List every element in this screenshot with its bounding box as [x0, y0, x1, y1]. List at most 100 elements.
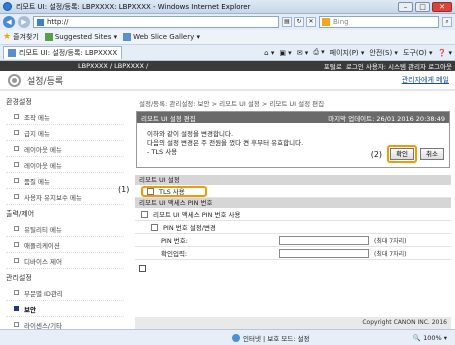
pin-number-label: PIN 번호: — [161, 237, 188, 245]
safety-menu[interactable]: 안전(S) ▾ — [369, 48, 398, 58]
search-placeholder: Bing — [333, 18, 349, 26]
search-input[interactable]: Bing — [319, 16, 439, 28]
suggested-sites-icon — [44, 33, 53, 41]
window-titlebar: 리모트 UI: 설정/등록: LBPXXXX: LBPXXXX - Window… — [0, 0, 455, 14]
forward-button[interactable]: ▶ — [18, 16, 30, 28]
globe-icon — [232, 333, 240, 342]
star-icon: ★ — [3, 32, 12, 42]
pin-confirm-note: (최대 7자리) — [374, 250, 407, 258]
page-header: LBPXXXX / LBPXXXX / 포털로 로그인 사용자: 시스템 관리자… — [0, 61, 455, 71]
pin-number-row: PIN 번호: (최대 7자리) — [135, 234, 451, 247]
search-icon[interactable]: ⌕ — [442, 17, 452, 27]
breadcrumb: 설정/등록: 관리설정: 보안 > 리모트 UI 설정 > 리모트 UI 설정 … — [139, 100, 325, 108]
pin-number-note: (최대 7자리) — [374, 237, 407, 245]
pin-set-row: PIN 번호 설정/변경 — [135, 221, 451, 234]
sidebar-item-device-control[interactable]: 디바이스 제어 — [6, 253, 124, 269]
url-field[interactable]: http:// — [33, 16, 279, 28]
last-updated: 마지막 업데이트: 26/01 2016 20:38:49 — [328, 114, 445, 123]
pin-use-label: 리모트 UI 액세스 PIN 번호 사용 — [153, 211, 241, 219]
sidebar-group-preferences: 환경설정 — [6, 98, 32, 106]
page-subheader: 설정/등록 관리자에게 메일 — [0, 71, 455, 91]
close-button[interactable]: ✕ — [432, 1, 452, 12]
web-slice-gallery-link[interactable]: Web Slice Gallery ▾ — [123, 33, 200, 41]
maximize-button[interactable]: □ — [415, 1, 430, 12]
status-bar: 인터넷 | 보호 모드: 설정 🔍 100% ▾ — [0, 329, 455, 345]
sidebar-item-security[interactable]: 보안 — [6, 301, 124, 317]
page-title: 설정/등록 — [27, 76, 64, 87]
page-icon — [37, 18, 44, 26]
tls-checkbox[interactable] — [147, 187, 154, 195]
tools-menu[interactable]: 도구(O) ▾ — [403, 48, 433, 58]
home-icon[interactable]: ⌂ ▾ — [264, 49, 274, 57]
suggested-sites-link[interactable]: Suggested Sites ▾ — [44, 33, 118, 41]
tls-highlight: TLS 사용 — [141, 185, 207, 197]
cancel-button[interactable]: 취소 — [420, 148, 444, 160]
window-controls: – □ ✕ — [398, 1, 452, 12]
tab-remote-ui[interactable]: 리모트 UI: 설정/등록: LBPXXXX — [3, 46, 123, 59]
ok-button[interactable]: 확인 — [390, 148, 415, 160]
pin-set-checkbox[interactable] — [151, 223, 158, 231]
sidebar-item-operation[interactable]: 조작 메뉴 — [6, 109, 124, 125]
user-logout[interactable]: 로그인 사용자: 시스템 관리자 로그아웃 — [346, 61, 452, 71]
sidebar-item-dept-id[interactable]: 부문별 ID관리 — [6, 285, 124, 301]
print-icon[interactable]: ⎙ ▾ — [313, 48, 324, 57]
address-bar: ◀ ▶ http:// ▤ ↻ ✕ Bing ⌕ — [0, 14, 455, 30]
settings-gear-icon — [8, 73, 21, 87]
pin-number-input[interactable] — [279, 235, 369, 245]
sidebar-item-quality[interactable]: 품질 메뉴 — [6, 173, 124, 189]
page-top-icon[interactable] — [139, 265, 146, 272]
sidebar-item-license[interactable]: 라이센스/기타 — [6, 317, 124, 329]
pin-heading: 리모트 UI 액세스 PIN 번호 — [135, 198, 451, 208]
mail-icon[interactable]: ✉ ▾ — [297, 49, 309, 57]
stop-icon[interactable]: ✕ — [306, 17, 316, 27]
favorites-bar: ★ 즐겨찾기 Suggested Sites ▾ Web Slice Galle… — [0, 30, 455, 45]
sidebar-group-output: 출력/제어 — [6, 210, 35, 218]
command-bar: ⌂ ▾ ▣ ▾ ✉ ▾ ⎙ ▾ 페이지(P) ▾ 안전(S) ▾ 도구(O) ▾… — [264, 48, 452, 58]
remote-ui-settings-section: 리모트 UI 설정 (1) TLS 사용 리모트 UI 액세스 PIN 번호 리… — [118, 175, 451, 272]
copyright: Copyright CANON INC. 2016 — [135, 317, 451, 329]
compat-view-icon[interactable]: ▤ — [282, 17, 292, 27]
sidebar-item-layout-1[interactable]: 레이아웃 메뉴 — [6, 141, 124, 157]
tab-page-icon — [8, 49, 16, 57]
edit-panel-body: 이하와 같이 설정을 변경합니다. 다음의 설정 변경은 주 전원을 껐다 켠 … — [137, 123, 449, 167]
zoom-control[interactable]: 🔍 100% ▾ — [413, 334, 447, 342]
edit-panel: 리모트 UI 설정 편집 마지막 업데이트: 26/01 2016 20:38:… — [136, 111, 450, 168]
ok-button-highlight: 확인 — [387, 145, 418, 163]
web-slice-label: Web Slice Gallery ▾ — [133, 33, 200, 41]
tab-label: 리모트 UI: 설정/등록: LBPXXXX — [19, 49, 118, 57]
portal-link[interactable]: 포털로 — [324, 61, 342, 71]
edit-panel-title: 리모트 UI 설정 편집 — [141, 114, 196, 123]
page-menu[interactable]: 페이지(P) ▾ — [330, 48, 365, 58]
sidebar-group-management: 관리설정 — [6, 274, 32, 282]
main-content: 설정/등록: 관리설정: 보안 > 리모트 UI 설정 > 리모트 UI 설정 … — [118, 93, 451, 329]
product-name: LBPXXXX / LBPXXXX / — [78, 62, 149, 70]
feeds-icon[interactable]: ▣ ▾ — [279, 49, 291, 57]
minimize-button[interactable]: – — [398, 1, 413, 12]
zone-text: 인터넷 | 보호 모드: 설정 — [243, 334, 310, 343]
edit-panel-header: 리모트 UI 설정 편집 마지막 업데이트: 26/01 2016 20:38:… — [137, 112, 449, 123]
suggested-sites-label: Suggested Sites ▾ — [54, 33, 118, 41]
mail-admin-link[interactable]: 관리자에게 메일 — [402, 75, 449, 85]
tab-bar: 리모트 UI: 설정/등록: LBPXXXX ⌂ ▾ ▣ ▾ ✉ ▾ ⎙ ▾ 페… — [0, 45, 455, 61]
favorites-label: 즐겨찾기 — [13, 33, 39, 41]
favorites-button[interactable]: ★ 즐겨찾기 — [3, 32, 39, 42]
refresh-icon[interactable]: ↻ — [294, 17, 304, 27]
sidebar-item-layout-2[interactable]: 레이아웃 메뉴 — [6, 157, 124, 173]
pin-set-label: PIN 번호 설정/변경 — [163, 224, 216, 232]
callout-2: (2) — [370, 149, 383, 159]
sidebar-item-application[interactable]: 애플리케이션 — [6, 237, 124, 253]
edit-buttons: (2) 확인 취소 — [371, 145, 444, 163]
window-title: 리모트 UI: 설정/등록: LBPXXXX: LBPXXXX - Window… — [16, 2, 251, 11]
sidebar-item-user-maintenance[interactable]: 사용자 유지보수 메뉴 — [6, 189, 124, 205]
pin-confirm-input[interactable] — [279, 248, 369, 258]
pin-confirm-row: 확인입력: (최대 7자리) — [135, 247, 451, 260]
sidebar-item-utility[interactable]: 유틸리티 메뉴 — [6, 221, 124, 237]
sidebar-item-paper-source[interactable]: 급지 메뉴 — [6, 125, 124, 141]
sidebar: 환경설정 조작 메뉴 급지 메뉴 레이아웃 메뉴 레이아웃 메뉴 품질 메뉴 사… — [0, 93, 130, 329]
back-button[interactable]: ◀ — [3, 16, 15, 28]
help-menu[interactable]: ❓ ▾ — [438, 49, 452, 57]
web-slice-icon — [123, 33, 132, 41]
tls-label: TLS 사용 — [159, 188, 185, 196]
bing-icon — [322, 18, 330, 26]
pin-use-checkbox[interactable] — [141, 210, 148, 218]
